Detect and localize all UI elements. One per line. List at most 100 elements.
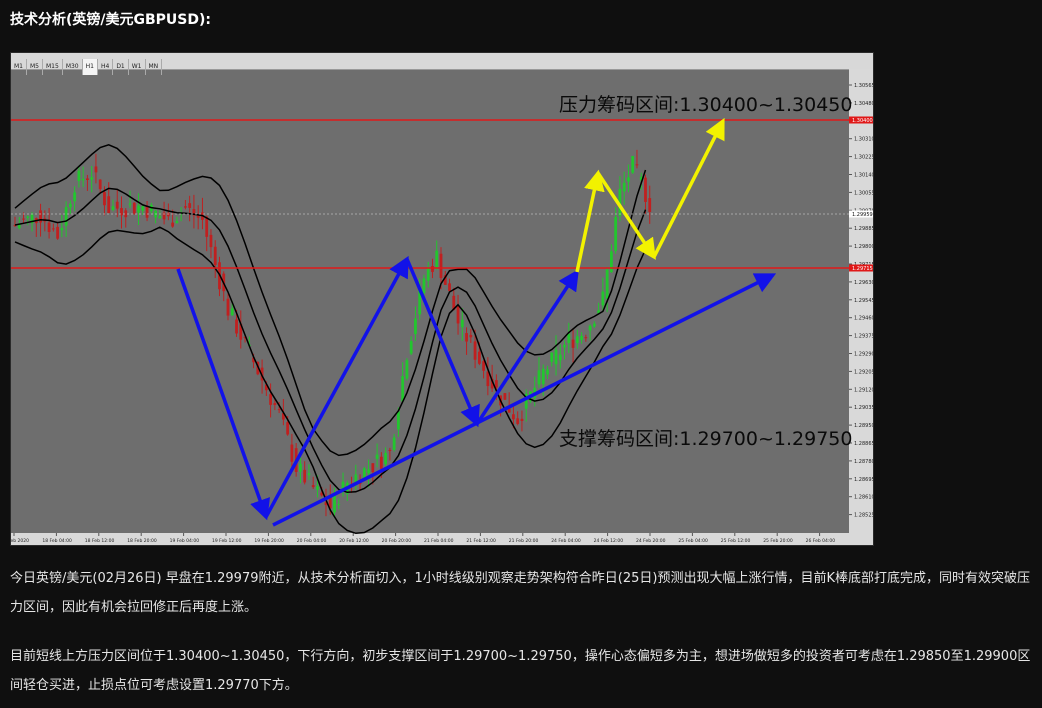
candle-body xyxy=(107,196,111,214)
x-tick-label: 24 Feb 04:00 xyxy=(551,538,581,544)
y-tick-label: 1.29035 xyxy=(854,405,873,411)
x-tick-label: 18 Feb 12:00 xyxy=(85,538,115,544)
candle-body xyxy=(73,192,77,202)
candle-body xyxy=(541,368,545,385)
candle-body xyxy=(379,456,383,469)
y-tick-label: 1.29120 xyxy=(854,387,873,393)
candle-body xyxy=(477,351,481,364)
candle-body xyxy=(56,226,59,239)
upper-band-line xyxy=(14,143,647,457)
candle-body xyxy=(448,283,451,292)
y-tick-label: 1.29375 xyxy=(854,334,873,340)
candle-body xyxy=(456,305,460,324)
candle-body xyxy=(605,269,609,299)
y-tick-label: 1.28780 xyxy=(854,459,873,465)
x-tick-label: 19 Feb 04:00 xyxy=(170,538,200,544)
x-tick-label: 21 Feb 20:00 xyxy=(509,538,539,544)
analysis-paragraph-2: 目前短线上方压力区间位于1.30400~1.30450，下行方向，初步支撑区间于… xyxy=(10,649,1031,693)
x-tick-label: 26 Feb 04:00 xyxy=(806,538,836,544)
candle-body xyxy=(81,178,85,181)
candle-body xyxy=(614,216,618,251)
candle-body xyxy=(414,318,417,335)
candle-body xyxy=(537,370,541,385)
candle-body xyxy=(290,444,294,462)
candle-body xyxy=(158,216,162,219)
y-tick-label: 1.29205 xyxy=(854,369,873,375)
candle-body xyxy=(111,206,115,210)
x-tick-label: 21 Feb 12:00 xyxy=(466,538,496,544)
candle-body xyxy=(592,323,596,327)
candle-body xyxy=(375,454,379,459)
candle-body xyxy=(26,216,30,218)
candle-body xyxy=(205,216,209,237)
candle-body xyxy=(145,206,149,218)
y-tick-label: 1.28525 xyxy=(854,513,873,519)
candle-body xyxy=(567,333,571,343)
y-tick-label: 1.30055 xyxy=(854,190,873,196)
x-tick-label: 18 Feb 04:00 xyxy=(42,538,72,544)
y-tick-label: 1.30565 xyxy=(854,83,873,89)
analysis-paragraph-1: 今日英镑/美元(02月26日) 早盘在1.29979附近，从技术分析面切入，1小… xyxy=(10,571,1030,615)
candle-body xyxy=(575,336,579,344)
candle-body xyxy=(51,228,55,230)
candle-body xyxy=(226,298,230,316)
y-tick-label: 1.28950 xyxy=(854,423,873,429)
candle-body xyxy=(558,354,562,361)
x-tick-label: 21 Feb 04:00 xyxy=(424,538,454,544)
y-tick-label: 1.30310 xyxy=(854,137,873,143)
candle-body xyxy=(337,504,341,506)
y-tick-label: 1.28610 xyxy=(854,495,873,501)
candle-body xyxy=(465,333,468,342)
candle-body xyxy=(401,376,405,402)
candle-body xyxy=(94,166,98,173)
candle-body xyxy=(494,380,498,388)
candle-body xyxy=(341,481,345,489)
candle-body xyxy=(371,463,375,473)
blue-arrow-down-1 xyxy=(176,268,271,521)
resistance-price-tag-text: 1.30400 xyxy=(852,118,873,124)
candle-body xyxy=(520,418,524,421)
x-tick-label: 25 Feb 04:00 xyxy=(678,538,708,544)
yellow-arrow-up-1 xyxy=(575,169,605,273)
candle-body xyxy=(384,452,388,465)
candle-body xyxy=(584,337,588,339)
candle-body xyxy=(503,393,507,400)
middle-band-line xyxy=(14,187,647,494)
x-tick-label: 20 Feb 12:00 xyxy=(339,538,369,544)
resistance-zone-label: 压力筹码区间:1.30400~1.30450 xyxy=(559,94,852,116)
candle-body xyxy=(392,437,396,450)
candle-body xyxy=(269,394,272,405)
candle-body xyxy=(98,179,102,190)
candle-body xyxy=(610,251,613,273)
y-tick-label: 1.29630 xyxy=(854,280,873,286)
yellow-arrow-up-2 xyxy=(652,117,725,258)
candle-body xyxy=(230,308,234,316)
y-tick-label: 1.29885 xyxy=(854,226,873,232)
candle-body xyxy=(631,155,635,173)
candle-body xyxy=(622,182,626,192)
candle-body xyxy=(115,201,119,209)
current-price-tag-text: 1.29959 xyxy=(852,212,873,218)
candle-body xyxy=(90,177,94,180)
y-tick-label: 1.30225 xyxy=(854,155,873,161)
candle-body xyxy=(77,170,81,182)
candle-body xyxy=(68,203,72,208)
candle-body xyxy=(47,222,51,232)
candle-body xyxy=(303,469,307,483)
candle-body xyxy=(554,349,558,365)
y-tick-label: 1.29290 xyxy=(854,352,873,358)
blue-trendline-arrow xyxy=(272,273,777,527)
candle-body xyxy=(235,319,238,334)
candle-body xyxy=(209,234,213,248)
candle-body xyxy=(137,205,140,213)
candle-body xyxy=(644,177,647,202)
candle-body xyxy=(273,402,277,406)
candle-body xyxy=(103,192,106,206)
candle-body xyxy=(546,369,549,375)
x-tick-label: 18 Feb 2020 xyxy=(11,538,29,544)
candle-body xyxy=(171,222,175,227)
x-tick-label: 19 Feb 12:00 xyxy=(212,538,242,544)
candle-body xyxy=(196,215,200,218)
candle-body xyxy=(86,178,89,180)
y-tick-label: 1.30140 xyxy=(854,173,873,179)
